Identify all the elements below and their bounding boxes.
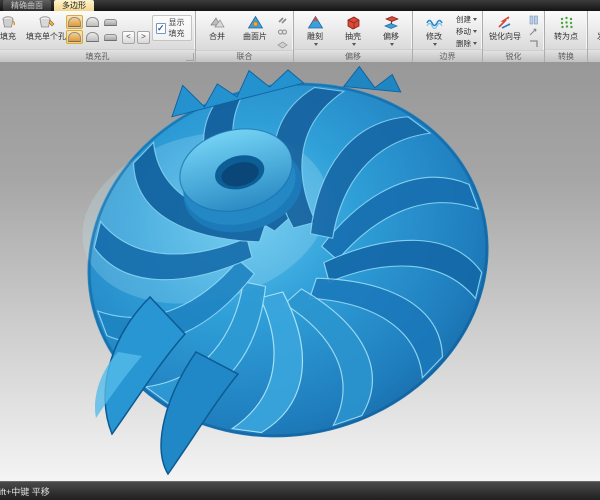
group-sharpen: 锐化向导 xyxy=(483,11,545,62)
fill-single-hole-button[interactable]: 填充单个孔 xyxy=(28,13,64,44)
curvature-fill-icon xyxy=(68,17,81,27)
sharpen-wizard-button[interactable]: 锐化向导 xyxy=(486,13,524,44)
shell-button[interactable]: 抽壳 xyxy=(335,13,371,48)
ribbon: 填充 填充单个孔 xyxy=(0,11,600,63)
sharpen-wizard-icon xyxy=(497,15,514,30)
group-label-combine: 联合 xyxy=(196,50,293,62)
surface-patch-icon xyxy=(247,15,264,30)
status-bar: Shift+中键 平移 xyxy=(0,481,600,500)
application-window: 精确曲面 多边形 填充 xyxy=(0,0,600,500)
corner-icon xyxy=(528,39,539,49)
modify-boundary-button[interactable]: 修改 xyxy=(416,13,452,48)
group-label-convert: 转换 xyxy=(545,49,587,62)
group-label-boundary: 边界 xyxy=(413,49,482,62)
fill-label: 填充 xyxy=(0,31,16,42)
dropdown-caret-icon xyxy=(473,30,477,33)
group-offset: 雕刻 抽壳 偏移 xyxy=(294,11,413,62)
group-combine: 合并 曲面片 xyxy=(196,11,294,62)
prev-hole-button[interactable]: < xyxy=(122,31,135,44)
group-output: 发送到 输出 xyxy=(588,11,600,62)
columns-icon xyxy=(528,15,539,25)
shell-icon xyxy=(345,15,362,30)
viewport-3d[interactable] xyxy=(0,62,600,481)
fill-mode-selector: < > xyxy=(66,15,150,44)
points-grid-icon xyxy=(558,15,575,30)
mouse-hint-text: Shift+中键 平移 xyxy=(0,485,50,498)
boundary-wave-icon xyxy=(426,15,443,30)
convert-to-points-button[interactable]: 转为点 xyxy=(548,13,584,44)
group-convert: 转为点 转换 xyxy=(545,11,588,62)
fill-button[interactable]: 填充 xyxy=(0,13,26,44)
group-label-output: 输出 xyxy=(588,49,600,62)
send-to-button[interactable]: 发送到 xyxy=(591,13,600,48)
fill-single-hole-label: 填充单个孔 xyxy=(26,31,66,42)
diagonal-arrow-icon xyxy=(528,27,539,37)
dropdown-caret-icon xyxy=(352,43,356,46)
offset-icon xyxy=(383,15,400,30)
group-label-offset: 偏移 xyxy=(294,49,412,62)
fill-mode-tangent-button[interactable] xyxy=(84,15,101,29)
chain-icon xyxy=(277,27,288,37)
paint-bucket-icon xyxy=(0,15,17,30)
group-label-sharpen: 锐化 xyxy=(483,50,544,62)
fill-mode-curvature-button[interactable] xyxy=(66,15,83,29)
paint-bucket-pencil-icon xyxy=(38,15,55,30)
show-fill-label: 显示填充 xyxy=(169,17,188,39)
layers-icon xyxy=(277,39,288,49)
sharpen-option-3-button[interactable] xyxy=(526,38,541,50)
group-fill-holes: 填充 填充单个孔 xyxy=(0,11,196,62)
tangent-fill-icon xyxy=(86,17,99,27)
flat-fill-icon xyxy=(104,19,117,26)
ribbon-tabstrip: 精确曲面 多边形 xyxy=(0,0,600,11)
surface-patch-button[interactable]: 曲面片 xyxy=(237,13,273,44)
fill-mode-flat-button[interactable] xyxy=(102,15,119,29)
next-hole-button[interactable]: > xyxy=(137,31,150,44)
dropdown-caret-icon xyxy=(473,18,477,21)
dialog-launcher-icon[interactable] xyxy=(186,53,194,61)
delete-boundary-button[interactable]: 删除 xyxy=(454,37,479,49)
combine-option-2-button[interactable] xyxy=(275,26,290,38)
merge-button[interactable]: 合并 xyxy=(199,13,235,44)
dropdown-caret-icon xyxy=(390,43,394,46)
tab-polygons[interactable]: 多边形 xyxy=(54,0,94,11)
show-fill-checkbox-row: ✓ 显示填充 xyxy=(152,15,192,41)
impeller-mesh-model[interactable] xyxy=(0,62,600,481)
merge-meshes-icon xyxy=(209,15,226,30)
group-label-fill-holes: 填充孔 xyxy=(0,49,195,62)
dropdown-caret-icon xyxy=(314,43,318,46)
partial-hole-icon xyxy=(86,32,99,42)
group-boundary: 修改 创建 移动 删除 xyxy=(413,11,483,62)
dropdown-caret-icon xyxy=(473,42,477,45)
create-boundary-button[interactable]: 创建 xyxy=(454,13,479,25)
move-boundary-button[interactable]: 移动 xyxy=(454,25,479,37)
hole-type-complete-button[interactable] xyxy=(66,30,83,44)
hole-type-bridge-button[interactable] xyxy=(102,30,119,44)
complete-hole-icon xyxy=(68,32,81,42)
sculpt-button[interactable]: 雕刻 xyxy=(297,13,333,48)
link-icon xyxy=(277,15,288,25)
offset-button[interactable]: 偏移 xyxy=(373,13,409,48)
sharpen-option-2-button[interactable] xyxy=(526,26,541,38)
bridge-hole-icon xyxy=(104,34,117,41)
sharpen-option-1-button[interactable] xyxy=(526,14,541,26)
combine-option-1-button[interactable] xyxy=(275,14,290,26)
tab-exact-surfaces[interactable]: 精确曲面 xyxy=(3,0,51,11)
combine-option-3-button[interactable] xyxy=(275,38,290,50)
sculpt-icon xyxy=(307,15,324,30)
show-fill-checkbox[interactable]: ✓ xyxy=(156,23,166,34)
dropdown-caret-icon xyxy=(433,43,437,46)
hole-type-partial-button[interactable] xyxy=(84,30,101,44)
